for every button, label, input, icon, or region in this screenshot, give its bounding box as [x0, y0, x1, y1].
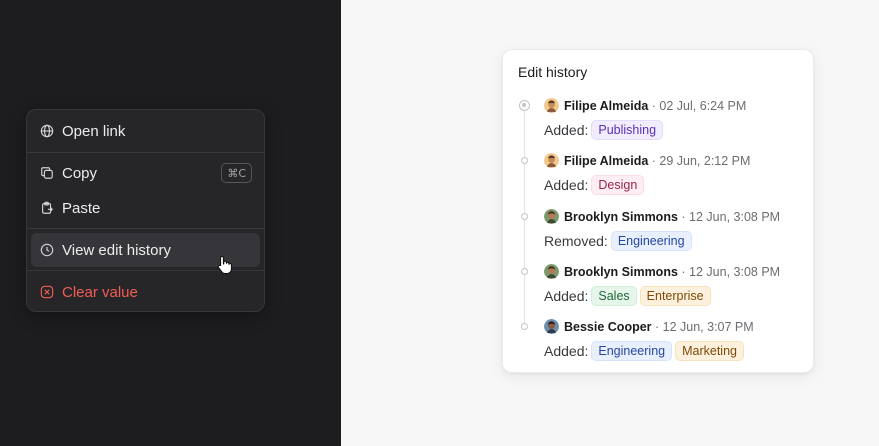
tag-badge: Design	[591, 175, 645, 195]
edit-history-card: Edit history Filipe Almeida · 02 Jul, 6:…	[502, 49, 814, 373]
copy-icon	[40, 166, 54, 180]
entry-change: Added: Design	[544, 175, 647, 195]
x-circle-icon	[40, 285, 54, 299]
entry-author-line: Filipe Almeida · 29 Jun, 2:12 PM	[564, 154, 750, 168]
history-entry: Brooklyn Simmons · 12 Jun, 3:08 PM Remov…	[503, 208, 813, 258]
menu-divider	[27, 152, 264, 153]
avatar	[544, 264, 559, 279]
entry-change: Removed: Engineering	[544, 231, 695, 251]
entry-author-line: Bessie Cooper · 12 Jun, 3:07 PM	[564, 320, 754, 334]
menu-item-label: Open link	[62, 122, 126, 140]
tag-badge: Publishing	[591, 120, 664, 140]
avatar	[544, 98, 559, 113]
change-verb: Added:	[544, 343, 589, 359]
history-entry: Brooklyn Simmons · 12 Jun, 3:08 PM Added…	[503, 263, 813, 313]
history-entry: Bessie Cooper · 12 Jun, 3:07 PM Added: E…	[503, 318, 813, 368]
entry-timestamp: · 12 Jun, 3:08 PM	[681, 210, 781, 224]
timeline-dot	[521, 157, 528, 164]
author-name: Brooklyn Simmons	[564, 210, 678, 224]
tag-badge: Marketing	[675, 341, 744, 361]
entry-timestamp: · 29 Jun, 2:12 PM	[651, 154, 751, 168]
menu-item-clear-value[interactable]: Clear value	[31, 275, 260, 309]
entry-timestamp: · 12 Jun, 3:07 PM	[655, 320, 754, 334]
avatar	[544, 209, 559, 224]
menu-item-copy[interactable]: Copy ⌘C	[31, 156, 260, 190]
change-verb: Removed:	[544, 233, 608, 249]
left-pane: Open link Copy ⌘C Paste View edit histor…	[0, 0, 341, 446]
menu-item-label: Copy	[62, 164, 98, 182]
entry-author-line: Brooklyn Simmons · 12 Jun, 3:08 PM	[564, 265, 780, 279]
clock-icon	[40, 243, 54, 257]
timeline-dot	[521, 213, 528, 220]
tag-badge: Engineering	[591, 341, 673, 361]
entry-author-line: Brooklyn Simmons · 12 Jun, 3:08 PM	[564, 210, 780, 224]
hand-pointer-cursor-icon	[217, 255, 232, 274]
entry-author-line: Filipe Almeida · 02 Jul, 6:24 PM	[564, 99, 746, 113]
context-menu: Open link Copy ⌘C Paste View edit histor…	[26, 109, 265, 312]
globe-icon	[40, 124, 54, 138]
card-title: Edit history	[518, 64, 588, 80]
author-name: Bessie Cooper	[564, 320, 652, 334]
history-entry: Filipe Almeida · 02 Jul, 6:24 PM Added: …	[503, 97, 813, 147]
change-verb: Added:	[544, 177, 589, 193]
entry-timestamp: · 02 Jul, 6:24 PM	[651, 99, 747, 113]
tag-badge: Sales	[591, 286, 637, 306]
entry-change: Added: Sales Enterprise	[544, 286, 714, 306]
author-name: Filipe Almeida	[564, 154, 649, 168]
menu-item-label: Paste	[62, 199, 101, 217]
menu-item-open-link[interactable]: Open link	[31, 114, 260, 148]
clipboard-paste-icon	[40, 201, 54, 215]
timeline-dot	[521, 268, 528, 275]
entry-change: Added: Publishing	[544, 120, 666, 140]
avatar	[544, 153, 559, 168]
change-verb: Added:	[544, 288, 589, 304]
shortcut-badge: ⌘C	[221, 163, 252, 183]
entry-timestamp: · 12 Jun, 3:08 PM	[681, 265, 781, 279]
avatar	[544, 319, 559, 334]
entry-change: Added: Engineering Marketing	[544, 341, 747, 361]
author-name: Brooklyn Simmons	[564, 265, 678, 279]
menu-item-paste[interactable]: Paste	[31, 191, 260, 225]
tag-badge: Enterprise	[639, 286, 711, 306]
change-verb: Added:	[544, 122, 589, 138]
menu-item-label: View edit history	[62, 241, 171, 259]
menu-divider	[27, 228, 264, 229]
menu-item-label: Clear value	[62, 283, 138, 301]
tag-badge: Engineering	[610, 231, 692, 251]
author-name: Filipe Almeida	[564, 99, 649, 113]
timeline-dot	[519, 100, 530, 111]
history-entry: Filipe Almeida · 29 Jun, 2:12 PM Added: …	[503, 152, 813, 202]
timeline-dot	[521, 323, 528, 330]
